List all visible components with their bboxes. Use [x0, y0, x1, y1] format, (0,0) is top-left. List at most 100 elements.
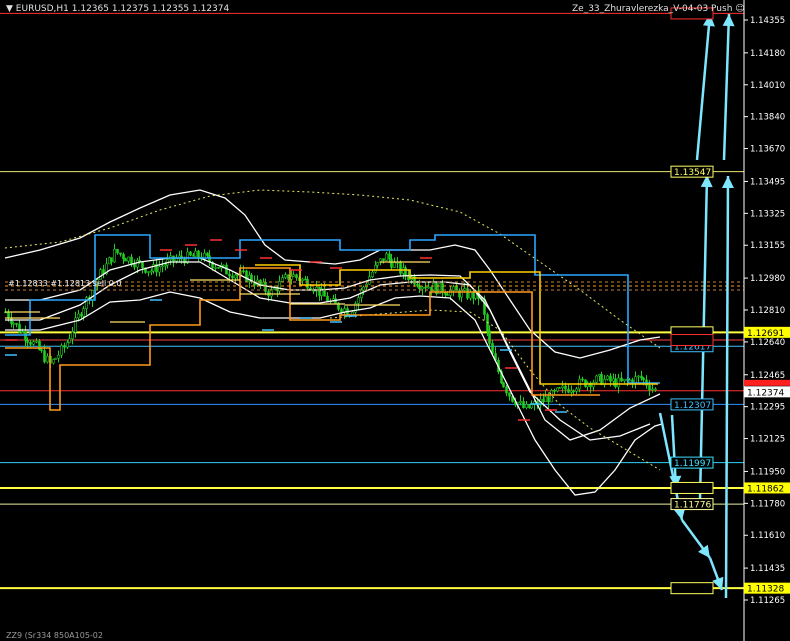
candle-body [651, 388, 654, 391]
y-tick-label-13: 1.12125 [750, 435, 785, 445]
candle-body [26, 340, 29, 343]
candle-body [390, 258, 393, 268]
candle-body [502, 382, 505, 388]
candle-body [600, 374, 603, 385]
candle-body [609, 375, 612, 382]
y-tick-label-12: 1.12295 [750, 403, 785, 413]
candle-body [424, 286, 427, 289]
candle-body [152, 264, 155, 272]
indicator-name: Ze_33_Zhuravlerezka_V-04-03 Push [572, 4, 733, 14]
candle-body [161, 265, 164, 268]
candle-body [150, 270, 153, 273]
candle-body [77, 313, 80, 319]
candle-body [418, 285, 421, 290]
candle-body [399, 262, 402, 274]
candle-body [558, 387, 561, 389]
indicator-header: Ze_33_Zhuravlerezka_V-04-03 Push ☺ [572, 4, 745, 14]
candle-body [60, 345, 63, 356]
candle-body [376, 262, 379, 266]
candle-body [371, 271, 374, 277]
candle-body [567, 388, 570, 393]
price-chart[interactable]: 1.14355 1.14180 1.14010 1.13840 1.13670 1.134… [0, 0, 790, 641]
candle-body [519, 401, 522, 404]
candle-body [620, 377, 623, 382]
menu-arrow-icon[interactable]: ▼ [6, 4, 13, 14]
candle-body [547, 396, 550, 403]
candle-body [491, 343, 494, 354]
candle-body [116, 248, 119, 254]
candle-body [113, 248, 116, 263]
candle-body [421, 286, 424, 290]
candle-body [561, 385, 564, 388]
candle-body [74, 317, 77, 333]
y-tick-label-10: 1.12640 [750, 338, 785, 348]
candle-body [388, 253, 391, 260]
y-tick-label-17: 1.11435 [750, 564, 785, 574]
candle-body [192, 254, 195, 257]
candle-body [141, 261, 144, 269]
candle-body [147, 271, 150, 273]
arrow-down-2-head [698, 544, 710, 558]
candle-body [10, 317, 13, 324]
candle-body [295, 274, 298, 278]
current-price-red [744, 379, 790, 386]
candle-body [530, 404, 533, 409]
candle-body [206, 252, 209, 257]
candle-body [68, 338, 71, 343]
level-labels: #1.12833 #1.12813 sell 0.0 [8, 279, 122, 288]
symbol-header: ▼ EURUSD,H1 1.12365 1.12375 1.12355 1.12… [6, 4, 229, 14]
arrow-up-2 [695, 13, 712, 161]
candle-body [197, 250, 200, 258]
price-tag-label-7: 1.11328 [747, 585, 784, 595]
candle-body [214, 267, 217, 269]
candle-body [614, 378, 617, 388]
candle-body [175, 258, 178, 262]
candle-body [281, 277, 284, 282]
candle-body [217, 267, 220, 269]
candle-body [606, 375, 609, 380]
y-tick-label-1: 1.14180 [750, 49, 785, 59]
y-tick-label-14: 1.11950 [750, 467, 785, 477]
candle-body [572, 390, 575, 393]
candle-body [581, 378, 584, 381]
candle-body [57, 354, 60, 359]
candle-body [292, 274, 295, 277]
candle-body [194, 250, 197, 257]
candle-body [575, 388, 578, 392]
candle-body [32, 341, 35, 345]
arrow-up-3 [724, 175, 730, 599]
y-tick-label-16: 1.11610 [750, 531, 785, 541]
candle-body [54, 357, 57, 360]
candle-body [66, 342, 69, 348]
candle-body [362, 286, 365, 291]
candle-body [309, 287, 312, 290]
candle-body [393, 262, 396, 268]
candle-body [245, 270, 248, 282]
candle-body [234, 274, 237, 279]
price-axis: 1.14355 1.14180 1.14010 1.13840 1.13670 1.134… [670, 0, 790, 641]
candle-body [46, 356, 49, 363]
candle-body [158, 266, 161, 273]
candle-body [24, 331, 27, 341]
candle-body [642, 377, 645, 381]
smiley-icon: ☺ [735, 4, 745, 14]
candle-body [127, 256, 130, 262]
y-tick-label-15: 1.11780 [750, 499, 785, 509]
candle-body [544, 396, 547, 402]
y-tick-label-0: 1.14355 [750, 16, 785, 26]
symbol-line: EURUSD,H1 1.12365 1.12375 1.12355 1.1237… [15, 4, 230, 14]
candle-body [382, 258, 385, 261]
candle-body [136, 260, 139, 268]
price-tag-label-0: 1.13547 [674, 168, 711, 178]
candle-body [133, 263, 136, 268]
candle-body [357, 297, 360, 304]
envelope-lower [329, 309, 661, 471]
candle-body [306, 279, 309, 289]
plot-area [0, 12, 744, 599]
candle-body [508, 392, 511, 397]
candle-body [654, 388, 657, 391]
candle-body [122, 254, 125, 259]
candle-body [12, 323, 15, 325]
candle-body [525, 404, 528, 409]
price-tag-label-5: 1.11862 [747, 484, 784, 494]
